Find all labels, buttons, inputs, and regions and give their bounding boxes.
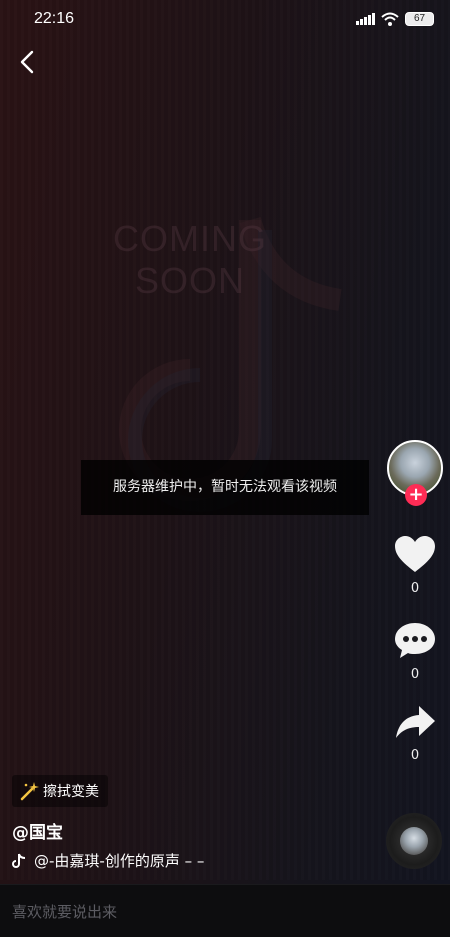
status-bar: 22:16 67 [0,0,450,40]
author-name[interactable]: @国宝 [12,818,63,843]
comment-input[interactable] [12,901,432,923]
music-disc-cover [400,827,428,855]
music-info[interactable]: @-由嘉琪-创作的原声 – – [12,850,204,871]
share-button[interactable]: 0 [390,704,440,763]
comment-button[interactable]: 0 [390,621,440,682]
soon-text: SOON [134,260,245,301]
video-placeholder-text: COMING SOON [80,218,300,302]
share-count: 0 [410,748,420,763]
status-time: 22:16 [34,10,75,27]
effect-tag[interactable]: 擦拭变美 [12,775,108,807]
author-avatar-group[interactable]: + [387,440,443,506]
battery-icon: 67 [405,12,434,26]
follow-plus-icon[interactable]: + [405,484,427,506]
maintenance-toast: 服务器维护中，暂时无法观看该视频 [81,460,369,515]
heart-icon[interactable] [394,535,436,573]
like-count: 0 [410,581,420,596]
music-title: @-由嘉琪-创作的原声 – – [34,852,205,870]
signal-icon [356,13,375,25]
effect-tag-label: 擦拭变美 [43,784,99,800]
music-disc[interactable] [386,813,442,869]
comment-count: 0 [410,667,420,682]
like-button[interactable]: 0 [390,535,440,596]
share-icon[interactable] [394,704,436,740]
comment-bar [0,884,450,937]
wifi-icon [381,12,399,26]
comment-icon[interactable] [394,621,436,659]
coming-text: COMING [113,218,267,259]
music-note-icon [12,853,26,868]
back-icon[interactable] [14,48,42,76]
magic-wand-icon [20,782,39,801]
